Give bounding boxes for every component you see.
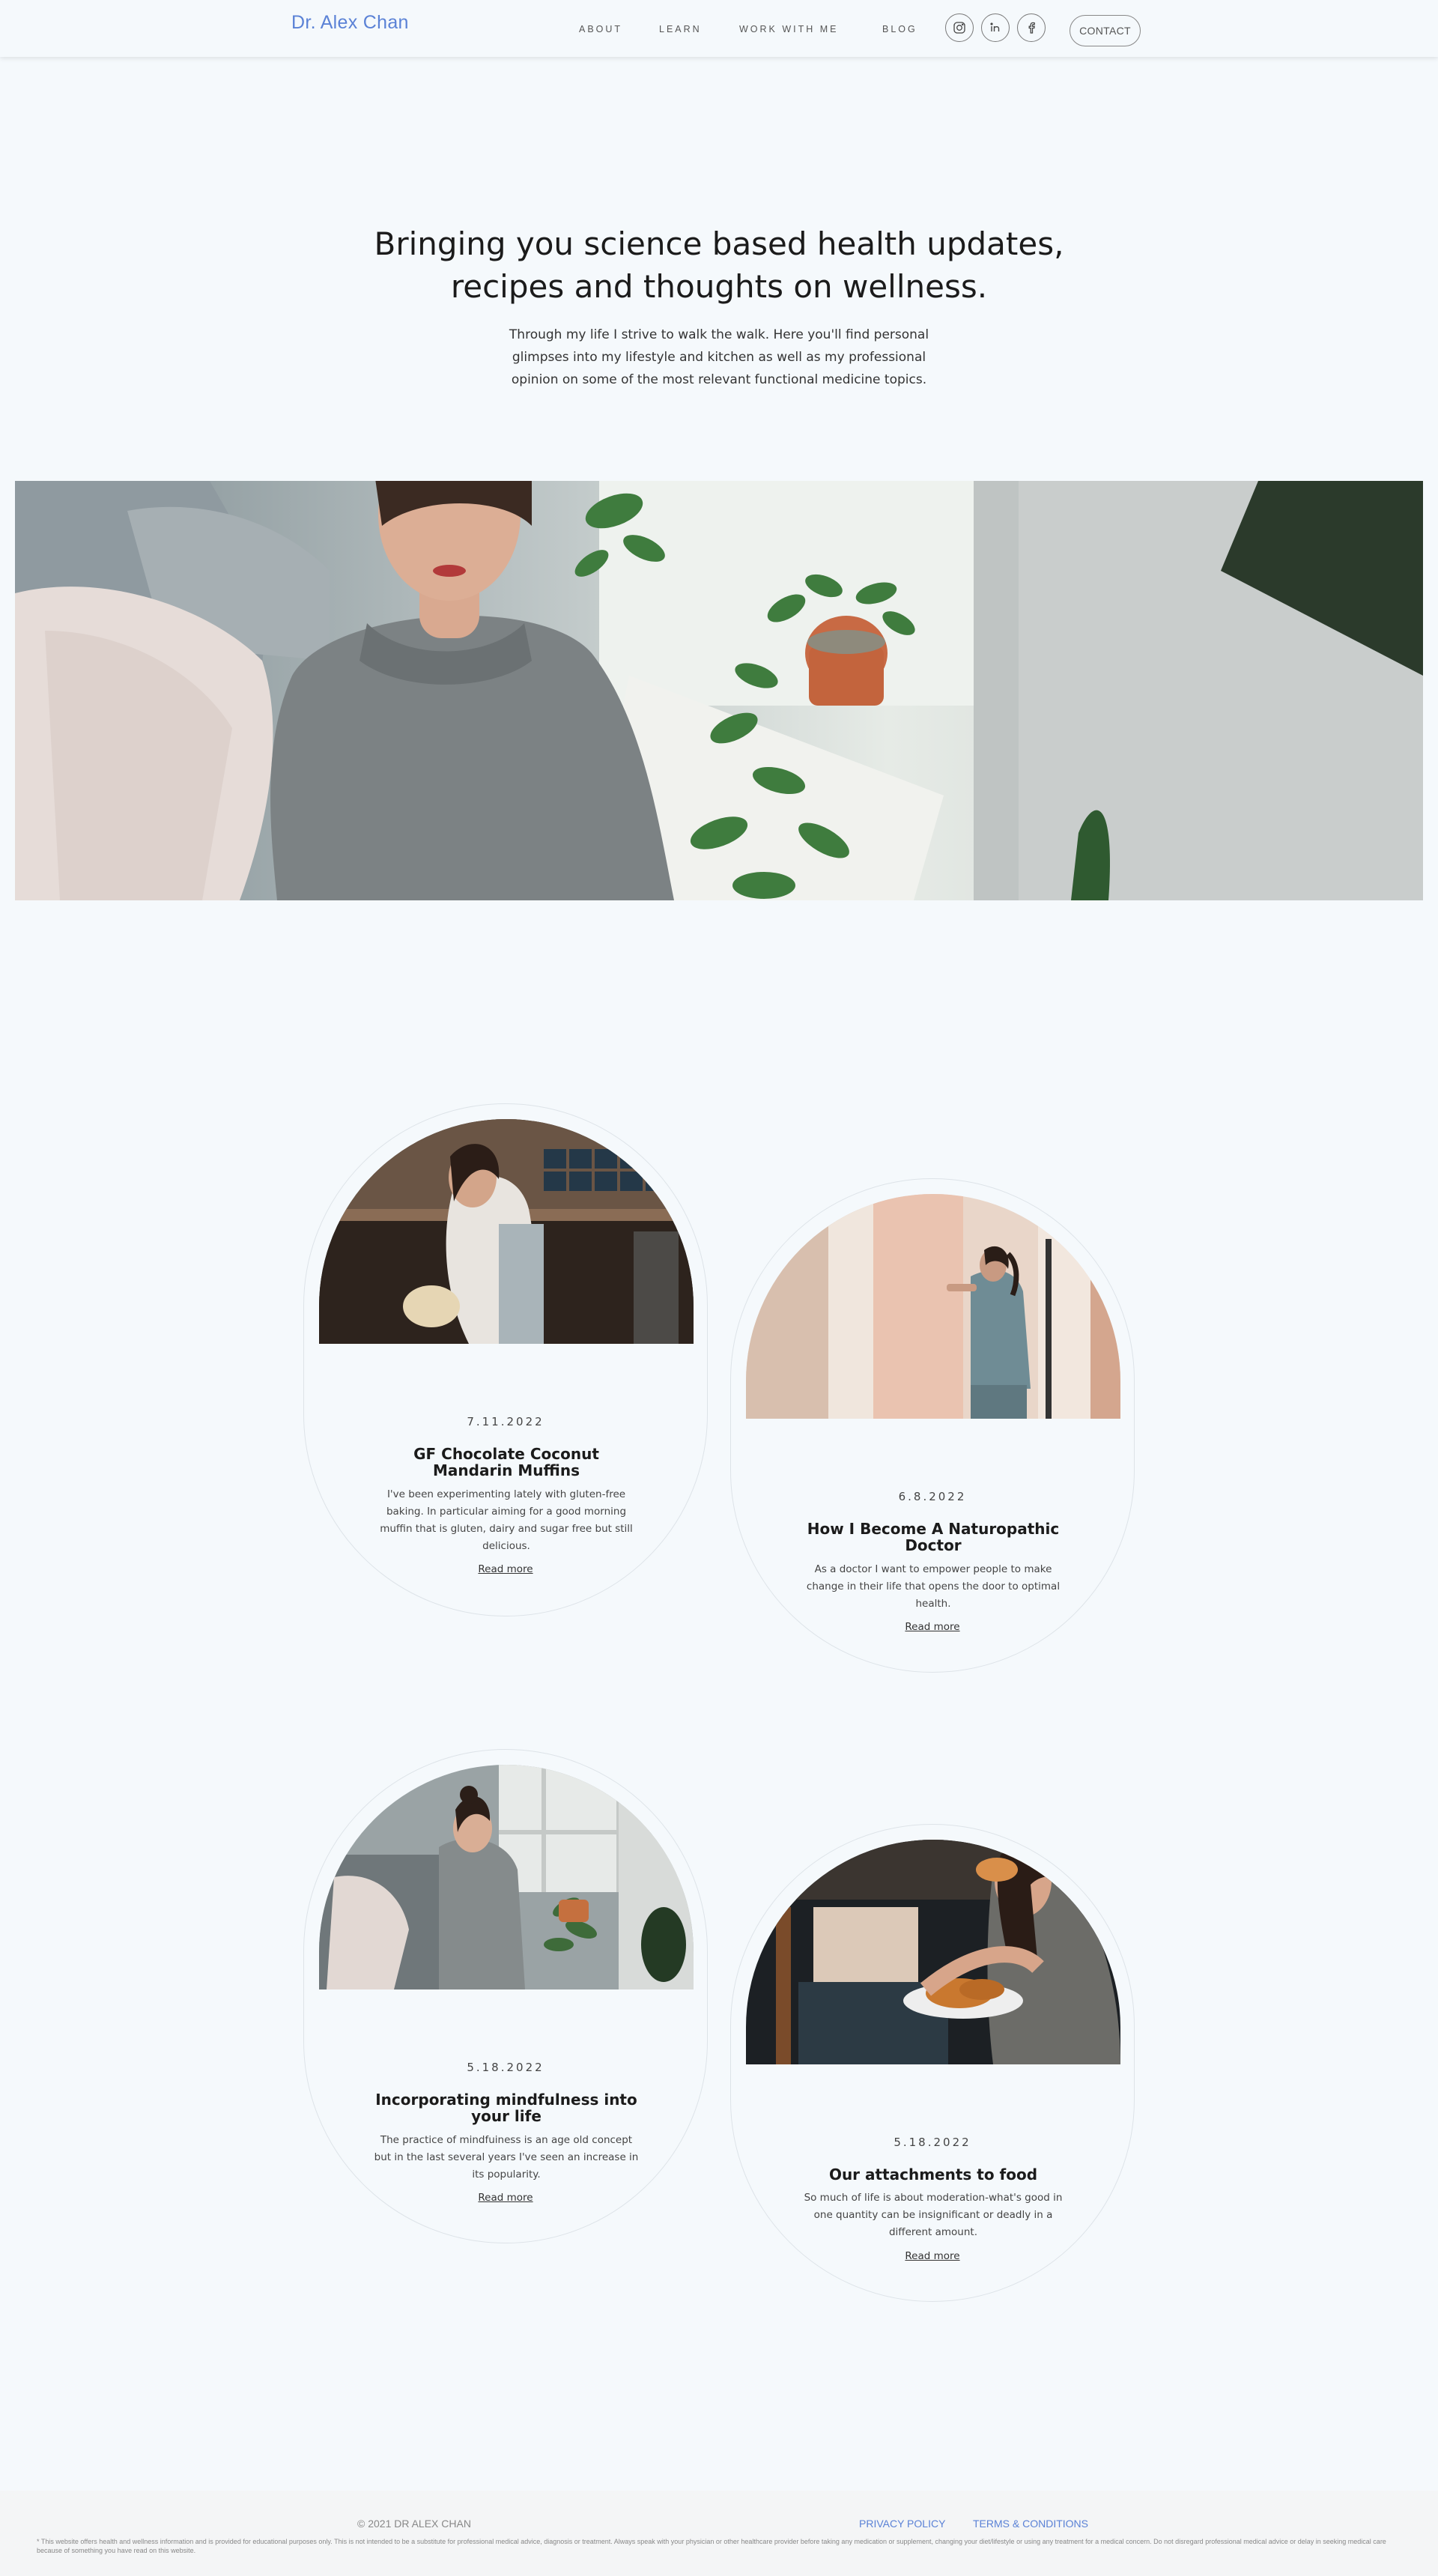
instagram-icon[interactable] [945,13,974,42]
post-title[interactable]: Incorporating mindfulness into your life [371,2091,641,2124]
site-header: Dr. Alex Chan ABOUT LEARN WORK WITH ME B… [0,0,1438,57]
blog-card[interactable]: 5.18.2022 Incorporating mindfulness into… [303,1749,708,2243]
hero-subtitle: Through my life I strive to walk the wal… [0,324,1438,391]
hero-title: Bringing you science based health update… [0,222,1438,308]
post-title[interactable]: GF Chocolate Coconut Mandarin Muffins [371,1446,641,1479]
read-more-link[interactable]: Read more [304,1563,707,1575]
site-footer: © 2021 DR ALEX CHAN PRIVACY POLICY TERMS… [0,2491,1438,2576]
hero-subtitle-line: opinion on some of the most relevant fun… [511,372,927,387]
blog-card[interactable]: 7.11.2022 GF Chocolate Coconut Mandarin … [303,1103,708,1616]
read-more-link[interactable]: Read more [304,2192,707,2204]
read-more-link[interactable]: Read more [731,1621,1134,1633]
post-excerpt: I've been experimenting lately with glut… [380,1488,633,1552]
nav-learn[interactable]: LEARN [659,24,702,34]
hero-title-line: Bringing you science based health update… [374,225,1064,262]
hero-subtitle-line: Through my life I strive to walk the wal… [509,327,929,342]
nav-about[interactable]: ABOUT [579,24,622,34]
terms-conditions-link[interactable]: TERMS & CONDITIONS [973,2518,1088,2530]
read-more-link[interactable]: Read more [731,2250,1134,2262]
contact-button[interactable]: CONTACT [1070,15,1141,46]
post-date: 5.18.2022 [894,2136,971,2149]
post-date: 7.11.2022 [467,1415,544,1428]
post-photo[interactable] [319,1765,694,1989]
medical-disclaimer: * This website offers health and wellnes… [37,2538,1386,2554]
hero-photo [15,481,1423,900]
post-excerpt: The practice of mindfuiness is an age ol… [374,2134,639,2180]
copyright-text: © 2021 DR ALEX CHAN [357,2518,471,2530]
post-title[interactable]: Our attachments to food [798,2166,1068,2183]
blog-card[interactable]: 6.8.2022 How I Become A Naturopathic Doc… [730,1178,1135,1673]
post-photo[interactable] [746,1840,1120,2064]
blog-card[interactable]: 5.18.2022 Our attachments to food So muc… [730,1824,1135,2302]
hero-subtitle-line: glimpses into my lifestyle and kitchen a… [512,350,926,365]
site-logo[interactable]: Dr. Alex Chan [291,12,409,34]
post-photo[interactable] [746,1194,1120,1419]
post-date: 5.18.2022 [467,2061,544,2074]
post-photo[interactable] [319,1119,694,1344]
linkedin-icon[interactable] [981,13,1010,42]
nav-work-with-me[interactable]: WORK WITH ME [739,24,839,34]
post-excerpt: As a doctor I want to empower people to … [806,1563,1061,1610]
nav-blog[interactable]: BLOG [882,24,917,34]
privacy-policy-link[interactable]: PRIVACY POLICY [859,2518,945,2530]
facebook-icon[interactable] [1017,13,1046,42]
post-excerpt: So much of life is about moderation-what… [804,2192,1063,2238]
hero-title-line: recipes and thoughts on wellness. [450,268,988,305]
post-date: 6.8.2022 [898,1490,967,1503]
post-title[interactable]: How I Become A Naturopathic Doctor [798,1521,1068,1554]
